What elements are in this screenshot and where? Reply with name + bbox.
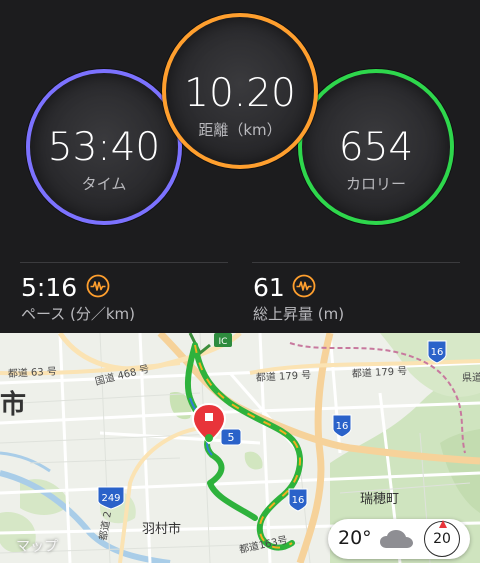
svg-text:IC: IC — [219, 337, 228, 347]
road-label: 県道 — [462, 371, 480, 384]
city-label: 市 — [0, 389, 26, 420]
route-shield-16: 16 — [332, 414, 352, 438]
compass-button[interactable]: 20 — [424, 520, 460, 557]
time-label: タイム — [81, 175, 127, 193]
route-shield-5: 5 — [220, 428, 242, 446]
elevation-value: 61 — [253, 273, 285, 302]
route-shield-249: 249 — [97, 486, 125, 510]
temperature: 20° — [338, 527, 372, 549]
workout-summary: 53:40 タイム 654 カロリー 10.20 距離（km） 5:16 ペース… — [0, 0, 480, 333]
svg-text:16: 16 — [292, 495, 305, 506]
distance-value: 10.20 — [184, 71, 296, 116]
time-ring: 53:40 タイム — [26, 69, 182, 225]
elevation-label: 総上昇量 (m) — [253, 305, 345, 323]
pace-label: ペース (分／km) — [21, 305, 136, 323]
divider-right — [252, 262, 460, 263]
pace-value: 5:16 — [21, 273, 78, 302]
place-label: 瑞穂町 — [360, 492, 399, 507]
compass-needle-icon — [439, 520, 447, 528]
apple-maps-attribution[interactable]: マップ — [16, 536, 58, 556]
time-value: 53:40 — [47, 125, 161, 170]
place-label: 羽村市 — [142, 521, 181, 537]
heart-rate-wave-icon — [292, 274, 316, 298]
interchange-badge: IC — [214, 333, 232, 347]
route-shield-16: 16 — [288, 488, 308, 512]
calories-label: カロリー — [345, 175, 406, 193]
svg-text:16: 16 — [431, 347, 444, 358]
compass-value: 20 — [433, 531, 451, 547]
svg-text:249: 249 — [101, 493, 120, 504]
heart-rate-wave-icon — [86, 274, 110, 298]
svg-text:5: 5 — [228, 431, 235, 444]
distance-ring: 10.20 距離（km） — [162, 13, 318, 169]
distance-label: 距離（km） — [198, 121, 282, 139]
road-label: 都道 2 — [96, 510, 114, 541]
route-pin-icon[interactable] — [191, 402, 227, 445]
calories-value: 654 — [338, 125, 414, 170]
cloud-icon — [380, 530, 413, 548]
divider-left — [20, 262, 228, 263]
svg-text:16: 16 — [336, 421, 349, 432]
route-shield-16: 16 — [427, 340, 447, 364]
road-label: 都道 63 号 — [7, 364, 57, 380]
calories-ring: 654 カロリー — [298, 69, 454, 225]
